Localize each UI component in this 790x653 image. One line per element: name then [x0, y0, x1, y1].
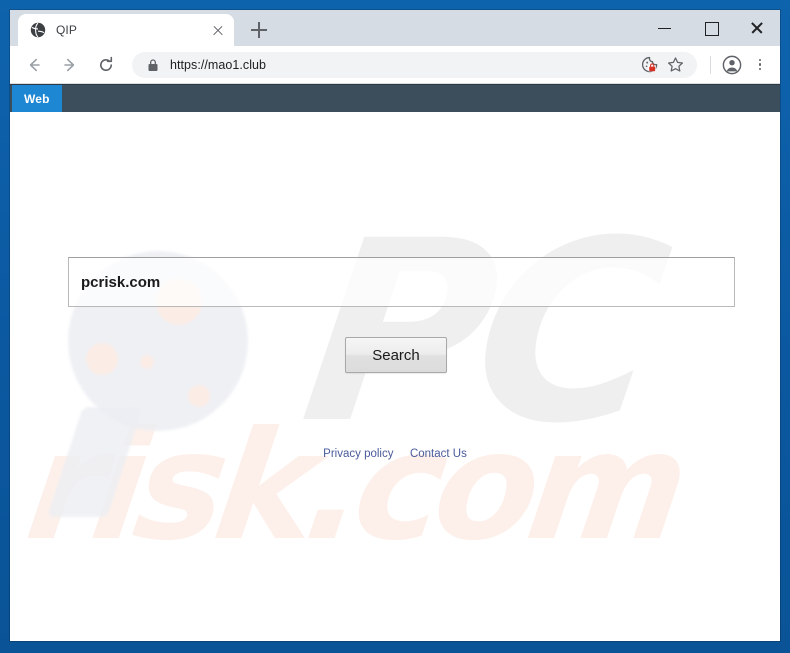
browser-tab-title: QIP [56, 23, 77, 37]
globe-icon [30, 22, 46, 38]
footer-links: Privacy policy Contact Us [10, 444, 780, 462]
address-bar-url: https://mao1.club [170, 57, 267, 72]
watermark-dot [140, 355, 154, 369]
browser-toolbar: https://mao1.club [10, 46, 780, 84]
profile-avatar-icon [722, 55, 742, 74]
browser-window: QIP https://mao1.club Web PC risk.com pc… [10, 10, 780, 641]
watermark-dot [86, 343, 118, 375]
address-bar-actions [637, 53, 687, 77]
arrow-left-icon [29, 58, 40, 71]
profile-avatar-button[interactable] [718, 51, 746, 79]
reload-button[interactable] [91, 50, 121, 80]
privacy-policy-link[interactable]: Privacy policy [323, 448, 393, 460]
browser-tab-strip: QIP [10, 10, 780, 46]
browser-tab[interactable]: QIP [18, 14, 234, 46]
tab-close-icon[interactable] [210, 22, 226, 38]
maximize-button[interactable] [688, 10, 734, 46]
search-button[interactable]: Search [345, 337, 447, 373]
back-button[interactable] [19, 50, 49, 80]
page-content: PC risk.com Search Privacy policy Contac… [10, 112, 780, 639]
minimize-button[interactable] [642, 10, 688, 46]
contact-us-link[interactable]: Contact Us [410, 448, 467, 460]
site-navbar: Web [10, 84, 780, 112]
reload-icon [100, 56, 113, 71]
watermark-dot [188, 385, 210, 407]
browser-outer-frame: QIP https://mao1.club Web PC risk.com pc… [0, 0, 790, 653]
blocked-cookie-icon[interactable] [637, 53, 661, 77]
toolbar-divider [710, 55, 711, 74]
forward-button[interactable] [55, 50, 85, 80]
site-nav-tab-web[interactable]: Web [12, 85, 62, 112]
close-window-button[interactable] [734, 10, 780, 46]
window-controls [642, 10, 780, 46]
three-dot-menu-icon [752, 57, 768, 73]
padlock-icon [148, 58, 158, 71]
new-tab-button[interactable] [248, 19, 270, 41]
arrow-right-icon [64, 58, 75, 71]
bookmark-star-icon[interactable] [663, 53, 687, 77]
browser-menu-button[interactable] [746, 51, 774, 79]
address-bar[interactable]: https://mao1.club [132, 51, 697, 78]
search-input[interactable] [68, 257, 735, 307]
